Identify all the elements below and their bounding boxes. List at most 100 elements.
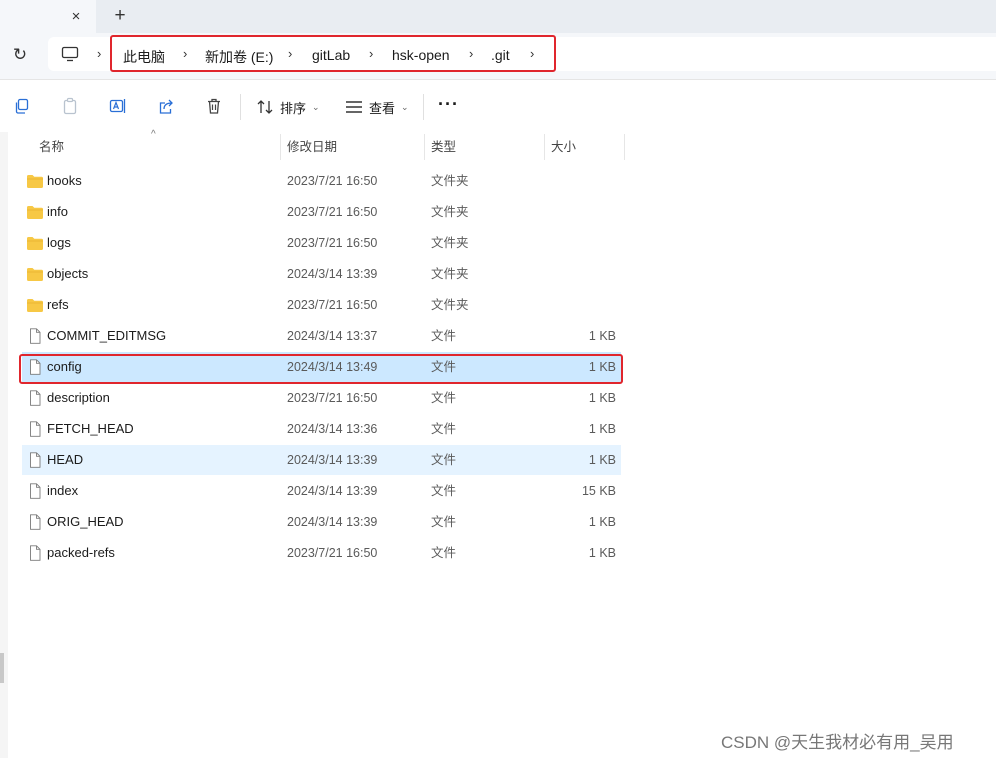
file-icon xyxy=(30,514,41,530)
file-icon xyxy=(30,390,41,406)
file-size: 1 KB xyxy=(588,515,616,529)
file-size: 1 KB xyxy=(588,546,616,560)
file-name: COMMIT_EDITMSG xyxy=(47,328,167,343)
file-name: index xyxy=(47,483,79,498)
delete-icon[interactable] xyxy=(205,97,223,115)
column-divider[interactable] xyxy=(280,134,281,160)
column-header-type[interactable]: 类型 xyxy=(431,132,456,162)
file-modified-date: 2024/3/14 13:39 xyxy=(287,515,378,529)
breadcrumb-separator[interactable]: › xyxy=(97,46,101,61)
file-modified-date: 2024/3/14 13:39 xyxy=(287,484,378,498)
column-divider[interactable] xyxy=(624,134,625,160)
column-header-name[interactable]: 名称 xyxy=(39,132,64,162)
rename-icon[interactable] xyxy=(109,97,127,115)
toolbar-divider xyxy=(423,94,424,120)
folder-row[interactable]: refs 2023/7/21 16:50 文件夹 xyxy=(22,290,621,320)
column-divider[interactable] xyxy=(544,134,545,160)
toolbar-divider xyxy=(240,94,241,120)
breadcrumb-highlight-box xyxy=(110,35,556,72)
file-icon xyxy=(30,452,41,468)
file-icon xyxy=(30,328,41,344)
file-name: FETCH_HEAD xyxy=(47,421,134,436)
folder-row[interactable]: logs 2023/7/21 16:50 文件夹 xyxy=(22,228,621,258)
file-name: objects xyxy=(47,266,89,281)
file-modified-date: 2023/7/21 16:50 xyxy=(287,174,378,188)
folder-row[interactable]: hooks 2023/7/21 16:50 文件夹 xyxy=(22,166,621,196)
file-modified-date: 2024/3/14 13:39 xyxy=(287,453,378,467)
monitor-icon[interactable] xyxy=(61,46,79,62)
column-header-size[interactable]: 大小 xyxy=(551,132,576,162)
selected-row-highlight-box xyxy=(19,354,623,384)
file-type: 文件 xyxy=(431,422,457,436)
file-row[interactable]: COMMIT_EDITMSG 2024/3/14 13:37 文件 1 KB xyxy=(22,321,621,351)
file-size: 1 KB xyxy=(588,391,616,405)
view-button[interactable]: 查看 ⌄ xyxy=(345,96,409,118)
active-tab[interactable]: × xyxy=(0,0,96,33)
file-modified-date: 2023/7/21 16:50 xyxy=(287,391,378,405)
file-type: 文件 xyxy=(431,391,457,405)
tab-strip: × + xyxy=(0,0,996,33)
folder-icon xyxy=(27,206,43,219)
column-header: ^ 名称 修改日期 类型 大小 xyxy=(22,129,626,162)
navigation-pane-scrollbar[interactable] xyxy=(0,653,4,683)
share-icon[interactable] xyxy=(157,97,175,115)
file-name: description xyxy=(47,390,110,405)
close-tab-icon[interactable]: × xyxy=(66,6,86,26)
file-size: 1 KB xyxy=(588,422,616,436)
file-icon xyxy=(30,483,41,499)
file-type: 文件 xyxy=(431,453,457,467)
file-name: refs xyxy=(47,297,69,312)
file-type: 文件夹 xyxy=(431,267,469,281)
file-row[interactable]: packed-refs 2023/7/21 16:50 文件 1 KB xyxy=(22,538,621,568)
column-header-date[interactable]: 修改日期 xyxy=(287,132,337,162)
file-modified-date: 2023/7/21 16:50 xyxy=(287,205,378,219)
folder-icon xyxy=(27,268,43,281)
watermark: CSDN @天生我材必有用_吴用 xyxy=(721,733,954,752)
file-type: 文件 xyxy=(431,546,457,560)
file-modified-date: 2023/7/21 16:50 xyxy=(287,298,378,312)
file-row[interactable]: ORIG_HEAD 2024/3/14 13:39 文件 1 KB xyxy=(22,507,621,537)
folder-icon xyxy=(27,299,43,312)
folder-row[interactable]: info 2023/7/21 16:50 文件夹 xyxy=(22,197,621,227)
more-options-button[interactable]: ··· xyxy=(438,94,459,115)
view-label: 查看 xyxy=(369,100,396,116)
file-modified-date: 2024/3/14 13:37 xyxy=(287,329,378,343)
sort-ascending-icon: ^ xyxy=(151,129,156,140)
file-row[interactable]: HEAD 2024/3/14 13:39 文件 1 KB xyxy=(22,445,621,475)
paste-icon[interactable] xyxy=(61,97,79,115)
refresh-icon[interactable]: ↻ xyxy=(9,43,31,67)
file-modified-date: 2024/3/14 13:36 xyxy=(287,422,378,436)
sort-label: 排序 xyxy=(280,100,307,116)
folder-row[interactable]: objects 2024/3/14 13:39 文件夹 xyxy=(22,259,621,289)
file-row[interactable]: description 2023/7/21 16:50 文件 1 KB xyxy=(22,383,621,413)
column-divider[interactable] xyxy=(424,134,425,160)
file-type: 文件 xyxy=(431,329,457,343)
file-modified-date: 2024/3/14 13:39 xyxy=(287,267,378,281)
copy-icon[interactable] xyxy=(13,97,31,115)
file-type: 文件 xyxy=(431,515,457,529)
sort-button[interactable]: 排序 ⌄ xyxy=(256,96,320,118)
folder-icon xyxy=(27,175,43,188)
file-icon xyxy=(30,545,41,561)
sort-icon xyxy=(257,100,273,114)
file-type: 文件 xyxy=(431,484,457,498)
file-name: hooks xyxy=(47,173,82,188)
chevron-down-icon: ⌄ xyxy=(401,101,409,112)
file-name: info xyxy=(47,204,68,219)
file-name: HEAD xyxy=(47,452,84,467)
file-name: logs xyxy=(47,235,71,250)
file-row[interactable]: index 2024/3/14 13:39 文件 15 KB xyxy=(22,476,621,506)
file-size: 15 KB xyxy=(581,484,616,498)
file-type: 文件夹 xyxy=(431,205,469,219)
file-size: 1 KB xyxy=(588,329,616,343)
view-icon xyxy=(346,101,362,113)
file-size: 1 KB xyxy=(588,453,616,467)
file-type: 文件夹 xyxy=(431,174,469,188)
chevron-down-icon: ⌄ xyxy=(312,101,320,112)
command-bar: 排序 ⌄ 查看 ⌄ ··· xyxy=(0,80,996,132)
folder-icon xyxy=(27,237,43,250)
file-icon xyxy=(30,421,41,437)
file-modified-date: 2023/7/21 16:50 xyxy=(287,236,378,250)
new-tab-button[interactable]: + xyxy=(109,5,131,27)
file-row[interactable]: FETCH_HEAD 2024/3/14 13:36 文件 1 KB xyxy=(22,414,621,444)
